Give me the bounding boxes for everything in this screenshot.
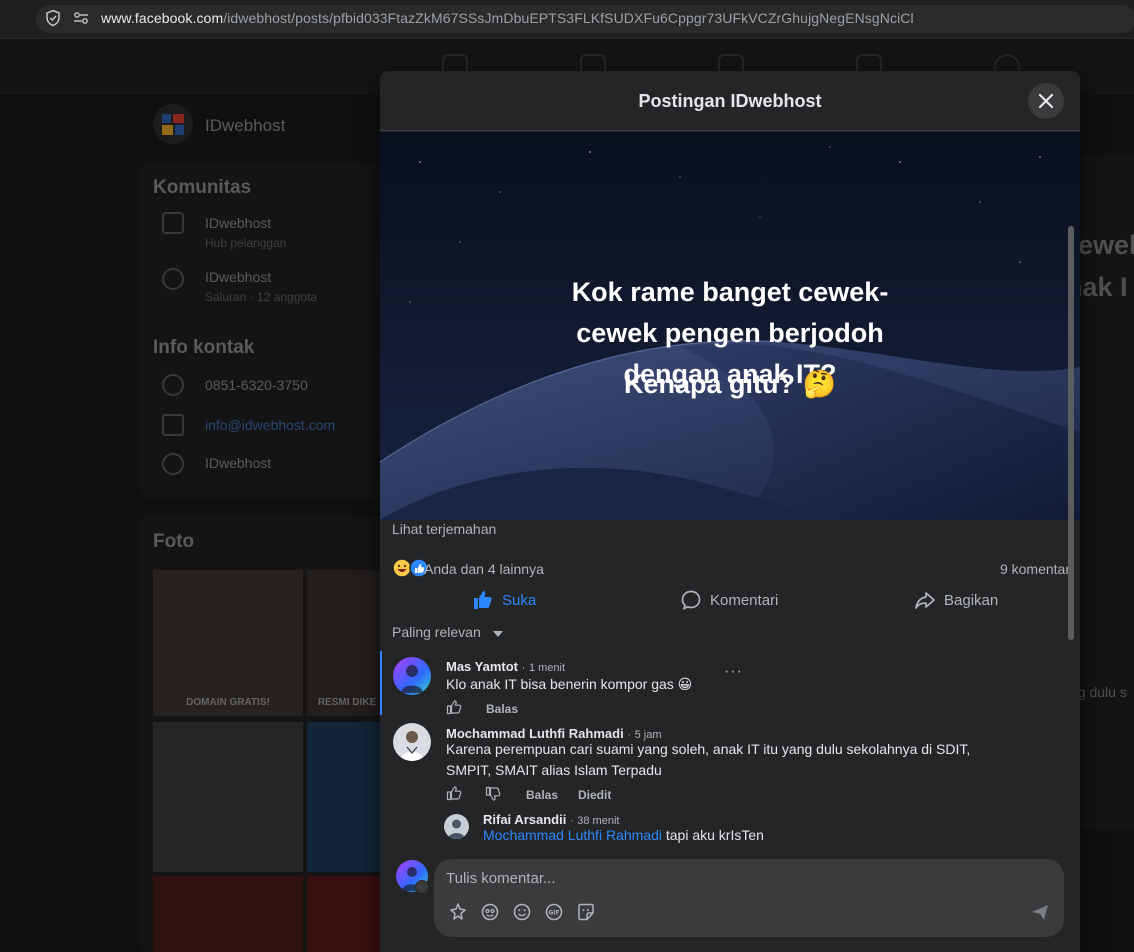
avatar-sticker-icon[interactable] (448, 902, 468, 922)
user-photo-icon (448, 819, 465, 839)
reply-button[interactable]: Balas (486, 702, 518, 716)
edited-label[interactable]: Diedit (578, 788, 611, 802)
comment-author[interactable]: Mas Yamtot · 1 menit (446, 659, 565, 674)
more-options-icon[interactable]: ··· (724, 663, 743, 681)
dialog-scrollbar[interactable] (1068, 226, 1074, 640)
close-button[interactable] (1028, 83, 1064, 119)
like-button[interactable]: Suka (472, 587, 536, 613)
thumbs-up-icon[interactable] (446, 699, 462, 715)
close-icon (1038, 93, 1054, 109)
comment-time[interactable]: 1 menit (529, 662, 565, 674)
comment-composer: GIF (434, 859, 1064, 937)
thumbs-down-icon[interactable] (485, 786, 501, 802)
comment-count[interactable]: 9 komentar (1000, 561, 1070, 577)
reply-body: tapi aku krIsTen (665, 827, 764, 843)
gif-icon[interactable]: GIF (544, 902, 564, 922)
comment-input[interactable] (446, 867, 1006, 889)
post-dialog: Postingan IDwebhost Kok rame banget cewe… (380, 71, 1080, 952)
post-image[interactable]: Kok rame banget cewek-cewek pengen berjo… (380, 132, 1080, 520)
url-host: www.facebook.com (101, 10, 224, 26)
shield-icon[interactable] (44, 9, 62, 27)
avatar[interactable] (393, 723, 431, 761)
profile-switch-chevron-icon[interactable] (415, 880, 429, 894)
emoji-icon[interactable] (512, 902, 532, 922)
browser-address-bar: www.facebook.com/idwebhost/posts/pfbid03… (0, 0, 1134, 39)
comment-bubble-icon (681, 590, 701, 611)
address-url[interactable]: www.facebook.com/idwebhost/posts/pfbid03… (101, 10, 914, 26)
avatar[interactable] (444, 814, 469, 839)
comment-text: Karena perempuan cari suami yang soleh, … (446, 741, 971, 778)
like-label: Suka (502, 591, 537, 609)
comment-text: Klo anak IT bisa benerin kompor gas 😀 (446, 676, 693, 692)
share-arrow-icon (915, 592, 935, 609)
reaction-summary[interactable]: Anda dan 4 lainnya (424, 561, 544, 577)
avatar-icon[interactable] (480, 902, 500, 922)
thumbs-up-icon (474, 591, 492, 609)
user-silhouette-icon (401, 665, 423, 693)
url-path: /idwebhost/posts/pfbid033FtazZkM67SSsJmD… (223, 10, 914, 26)
mention-link[interactable]: Mochammad Luthfi Rahmadi (483, 827, 662, 843)
reply-button[interactable]: Balas (526, 788, 558, 802)
share-label: Bagikan (944, 591, 999, 609)
avatar[interactable] (393, 657, 431, 695)
sticker-icon[interactable] (576, 902, 596, 922)
reply-text: Mochammad Luthfi Rahmadi tapi aku krIsTe… (483, 825, 764, 846)
svg-text:GIF: GIF (548, 910, 559, 917)
thumbs-up-icon[interactable] (446, 785, 462, 801)
share-button[interactable]: Bagikan (914, 587, 998, 613)
see-translation-link[interactable]: Lihat terjemahan (392, 521, 496, 537)
post-subline: Kenapa gitu? 🤔 (623, 369, 837, 399)
comment-author-name: Mas Yamtot (446, 659, 519, 674)
comment-button[interactable]: Komentari (680, 587, 778, 613)
chevron-down-icon[interactable] (493, 631, 503, 637)
dialog-title: Postingan IDwebhost (638, 91, 822, 111)
comment-time-sep: · (521, 662, 526, 674)
comment-sort-dropdown[interactable]: Paling relevan (392, 624, 481, 640)
new-comment-indicator (380, 651, 382, 715)
dialog-header: Postingan IDwebhost (380, 71, 1080, 131)
site-settings-icon[interactable] (72, 9, 90, 27)
send-icon[interactable] (1030, 902, 1050, 922)
user-photo-icon (400, 731, 424, 761)
comment-label: Komentari (710, 591, 779, 609)
